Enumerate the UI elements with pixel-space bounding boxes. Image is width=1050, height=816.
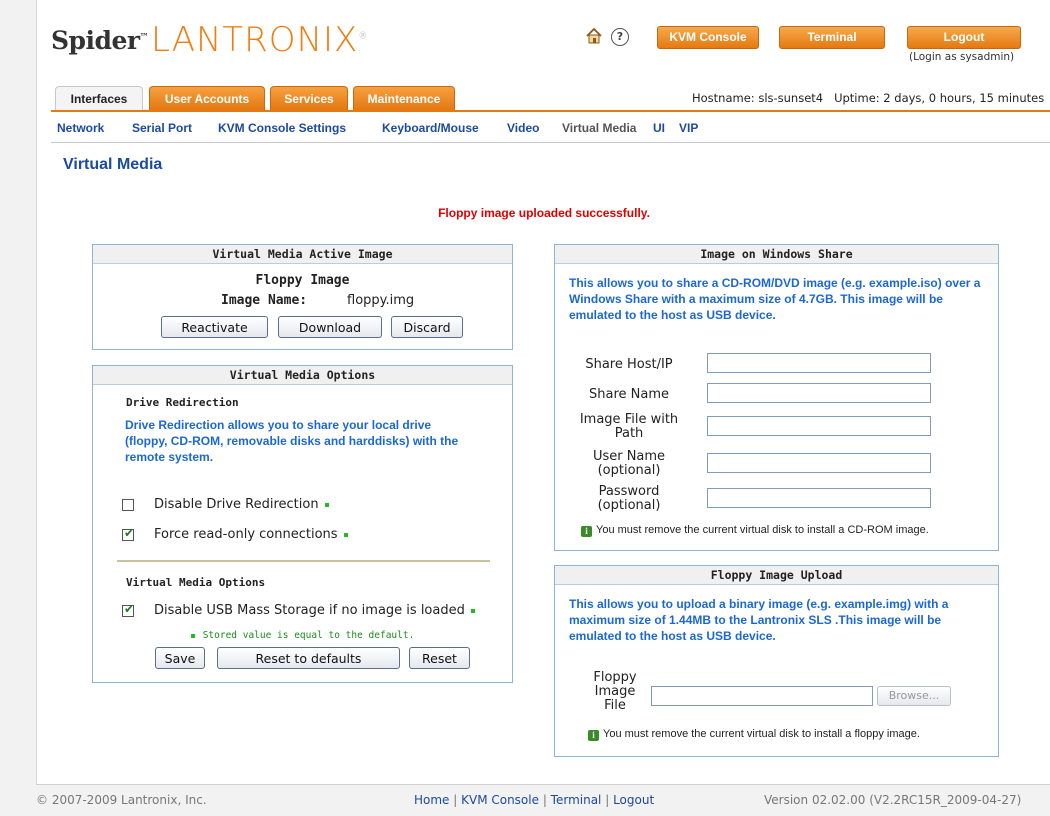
options-divider bbox=[117, 560, 490, 562]
footer-terminal-link[interactable]: Terminal bbox=[551, 793, 602, 807]
vm-options-heading: Virtual Media Options bbox=[126, 576, 266, 589]
checkmark-icon: ✔ bbox=[124, 526, 135, 540]
help-icon[interactable]: ? bbox=[611, 28, 629, 46]
home-icon[interactable] bbox=[585, 27, 603, 45]
password-label: Password (optional) bbox=[597, 484, 661, 513]
options-title: Virtual Media Options bbox=[93, 366, 512, 385]
image-file-path-label: Image File with Path bbox=[579, 412, 679, 441]
subnav-virtual-media[interactable]: Virtual Media bbox=[562, 121, 636, 135]
force-readonly-label: Force read-only connections bbox=[154, 527, 348, 542]
footer-home-link[interactable]: Home bbox=[414, 793, 449, 807]
subnav-network[interactable]: Network bbox=[57, 121, 104, 135]
subnav-divider bbox=[51, 142, 1050, 143]
logout-button[interactable]: Logout bbox=[907, 26, 1021, 49]
reset-to-defaults-button[interactable]: Reset to defaults bbox=[217, 647, 400, 669]
kvm-console-button[interactable]: KVM Console bbox=[657, 26, 759, 49]
image-type: Floppy Image bbox=[255, 273, 350, 288]
discard-button[interactable]: Discard bbox=[391, 316, 463, 338]
subnav-vip[interactable]: VIP bbox=[679, 121, 698, 135]
subnav-video[interactable]: Video bbox=[507, 121, 539, 135]
floppy-upload-panel: Floppy Image Upload This allows you to u… bbox=[554, 565, 999, 757]
floppy-upload-description: This allows you to upload a binary image… bbox=[569, 597, 949, 643]
status-dot-icon bbox=[324, 502, 329, 507]
subnav-serial-port[interactable]: Serial Port bbox=[132, 121, 192, 135]
footer-logout-link[interactable]: Logout bbox=[613, 793, 654, 807]
password-input[interactable] bbox=[707, 488, 931, 508]
tab-interfaces[interactable]: Interfaces bbox=[55, 86, 143, 112]
info-icon: i bbox=[581, 526, 592, 537]
status-dot-icon bbox=[470, 608, 475, 613]
floppy-upload-title: Floppy Image Upload bbox=[555, 566, 998, 585]
disable-drive-redirection-label: Disable Drive Redirection bbox=[154, 497, 329, 512]
user-name-input[interactable] bbox=[707, 453, 931, 473]
status-dot-icon bbox=[343, 532, 348, 537]
windows-share-title: Image on Windows Share bbox=[555, 245, 998, 264]
tab-maintenance[interactable]: Maintenance bbox=[353, 86, 455, 111]
share-name-label: Share Name bbox=[589, 387, 669, 402]
windows-share-description: This allows you to share a CD-ROM/DVD im… bbox=[569, 276, 981, 322]
image-name-label: Image Name: bbox=[221, 293, 308, 308]
version-info: Version 02.02.00 (V2.2RC15R_2009-04-27) bbox=[764, 793, 1022, 807]
host-info: Hostname: sls-sunset4 Uptime: 2 days, 0 … bbox=[692, 91, 1045, 105]
virtual-media-options-panel: Virtual Media Options Drive Redirection … bbox=[92, 365, 513, 683]
floppy-image-file-label: Floppy Image File bbox=[593, 670, 637, 713]
terminal-button[interactable]: Terminal bbox=[779, 26, 885, 49]
footer-kvm-console-link[interactable]: KVM Console bbox=[461, 793, 539, 807]
share-host-input[interactable] bbox=[707, 353, 931, 373]
spider-logo: Spider™ bbox=[51, 26, 149, 55]
image-file-path-input[interactable] bbox=[707, 416, 931, 436]
disable-drive-redirection-checkbox[interactable] bbox=[122, 499, 134, 511]
disable-usb-label: Disable USB Mass Storage if no image is … bbox=[154, 603, 475, 618]
success-message: Floppy image uploaded successfully. bbox=[438, 206, 650, 220]
reset-button[interactable]: Reset bbox=[409, 647, 470, 669]
subnav-kvm-console-settings[interactable]: KVM Console Settings bbox=[218, 121, 346, 135]
image-name-value: floppy.img bbox=[347, 293, 415, 308]
share-name-input[interactable] bbox=[707, 383, 931, 403]
login-as-text: (Login as sysadmin) bbox=[909, 51, 1015, 63]
drive-redirection-description: Drive Redirection allows you to share yo… bbox=[125, 418, 459, 464]
drive-redirection-heading: Drive Redirection bbox=[126, 396, 239, 409]
checkmark-icon: ✔ bbox=[124, 602, 135, 616]
force-readonly-checkbox[interactable]: ✔ bbox=[122, 526, 135, 541]
status-dot-icon bbox=[190, 633, 195, 638]
save-button[interactable]: Save bbox=[155, 647, 205, 669]
floppy-upload-note: i You must remove the current virtual dis… bbox=[588, 728, 920, 741]
active-image-panel: Virtual Media Active Image Floppy Image … bbox=[92, 244, 513, 350]
browse-button[interactable]: Browse... bbox=[877, 686, 951, 706]
share-host-label: Share Host/IP bbox=[585, 357, 673, 372]
subnav-ui[interactable]: UI bbox=[653, 121, 665, 135]
disable-usb-checkbox[interactable]: ✔ bbox=[122, 602, 135, 617]
windows-share-note: i You must remove the current virtual dis… bbox=[581, 524, 929, 537]
info-icon: i bbox=[588, 730, 599, 741]
floppy-file-input[interactable] bbox=[651, 686, 873, 706]
user-name-label: User Name (optional) bbox=[592, 449, 666, 478]
copyright: © 2007-2009 Lantronix, Inc. bbox=[36, 793, 207, 807]
lantronix-logo: LANTRONIX® bbox=[151, 20, 369, 60]
tab-divider bbox=[51, 110, 1050, 112]
subnav-keyboard-mouse[interactable]: Keyboard/Mouse bbox=[382, 121, 479, 135]
windows-share-panel: Image on Windows Share This allows you t… bbox=[554, 244, 999, 551]
active-image-title: Virtual Media Active Image bbox=[93, 245, 512, 264]
tab-services[interactable]: Services bbox=[270, 86, 348, 111]
stored-value-note: Stored value is equal to the default. bbox=[93, 630, 512, 641]
tab-user-accounts[interactable]: User Accounts bbox=[149, 86, 265, 111]
page-title: Virtual Media bbox=[63, 156, 163, 173]
page-container: Spider™ LANTRONIX® ? KVM Console Termina… bbox=[36, 0, 1050, 785]
reactivate-button[interactable]: Reactivate bbox=[161, 316, 268, 338]
footer-links: Home | KVM Console | Terminal | Logout bbox=[414, 793, 655, 807]
download-button[interactable]: Download bbox=[278, 316, 382, 338]
